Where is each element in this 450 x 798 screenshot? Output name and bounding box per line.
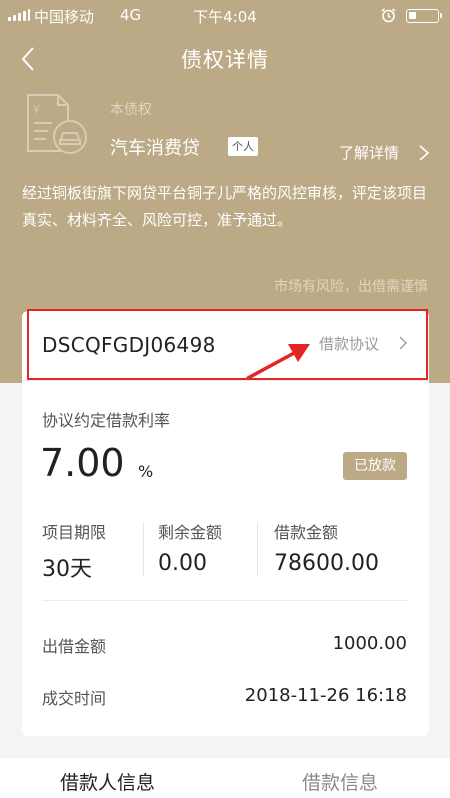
product-name: 汽车消费贷 — [110, 138, 200, 159]
divider — [42, 600, 409, 601]
borrower-type-badge: 个人 — [228, 137, 258, 156]
chevron-right-icon[interactable] — [418, 143, 430, 163]
term-label: 项目期限 — [42, 523, 107, 542]
alarm-icon — [381, 8, 396, 23]
lend-amount-value: 1000.00 — [332, 633, 407, 654]
annotation-highlight-box — [27, 309, 428, 380]
learn-more-link[interactable]: 了解详情 — [339, 142, 399, 163]
page-title: 债权详情 — [181, 48, 269, 72]
tab-loan-info[interactable]: 借款信息 — [302, 768, 378, 795]
risk-notice: 市场有风险，出借需谨慎 — [274, 279, 428, 295]
loan-document-icon: ¥ — [27, 94, 87, 154]
term-value: 30天 — [42, 557, 92, 582]
remaining-value: 0.00 — [158, 551, 207, 576]
tab-bar: 借款人信息 借款信息 — [0, 757, 450, 798]
status-bar: 中国移动 4G 下午4:04 — [0, 0, 450, 30]
stat-divider — [143, 522, 144, 577]
remaining-label: 剩余金额 — [158, 523, 223, 542]
rate-value: 7.00 — [40, 441, 125, 485]
stat-divider — [257, 522, 258, 577]
deal-time-label: 成交时间 — [42, 689, 107, 708]
loan-amount-label: 借款金额 — [274, 523, 339, 542]
deal-time-value: 2018-11-26 16:18 — [244, 685, 407, 706]
product-sub-label: 本债权 — [110, 102, 152, 118]
loan-amount-value: 78600.00 — [274, 551, 379, 576]
tab-borrower-info[interactable]: 借款人信息 — [60, 768, 155, 795]
product-description: 经过铜板街旗下网贷平台铜子儿严格的风控审核，评定该项目真实、材料齐全、风险可控，… — [22, 184, 428, 229]
annotation-arrow-icon — [246, 344, 310, 380]
svg-text:¥: ¥ — [33, 103, 40, 116]
battery-icon — [406, 9, 442, 23]
rate-unit: % — [138, 462, 154, 481]
rate-label: 协议约定借款利率 — [42, 411, 171, 430]
nav-bar: 债权详情 — [0, 40, 450, 80]
status-badge: 已放款 — [343, 452, 407, 480]
lend-amount-label: 出借金额 — [42, 637, 107, 656]
